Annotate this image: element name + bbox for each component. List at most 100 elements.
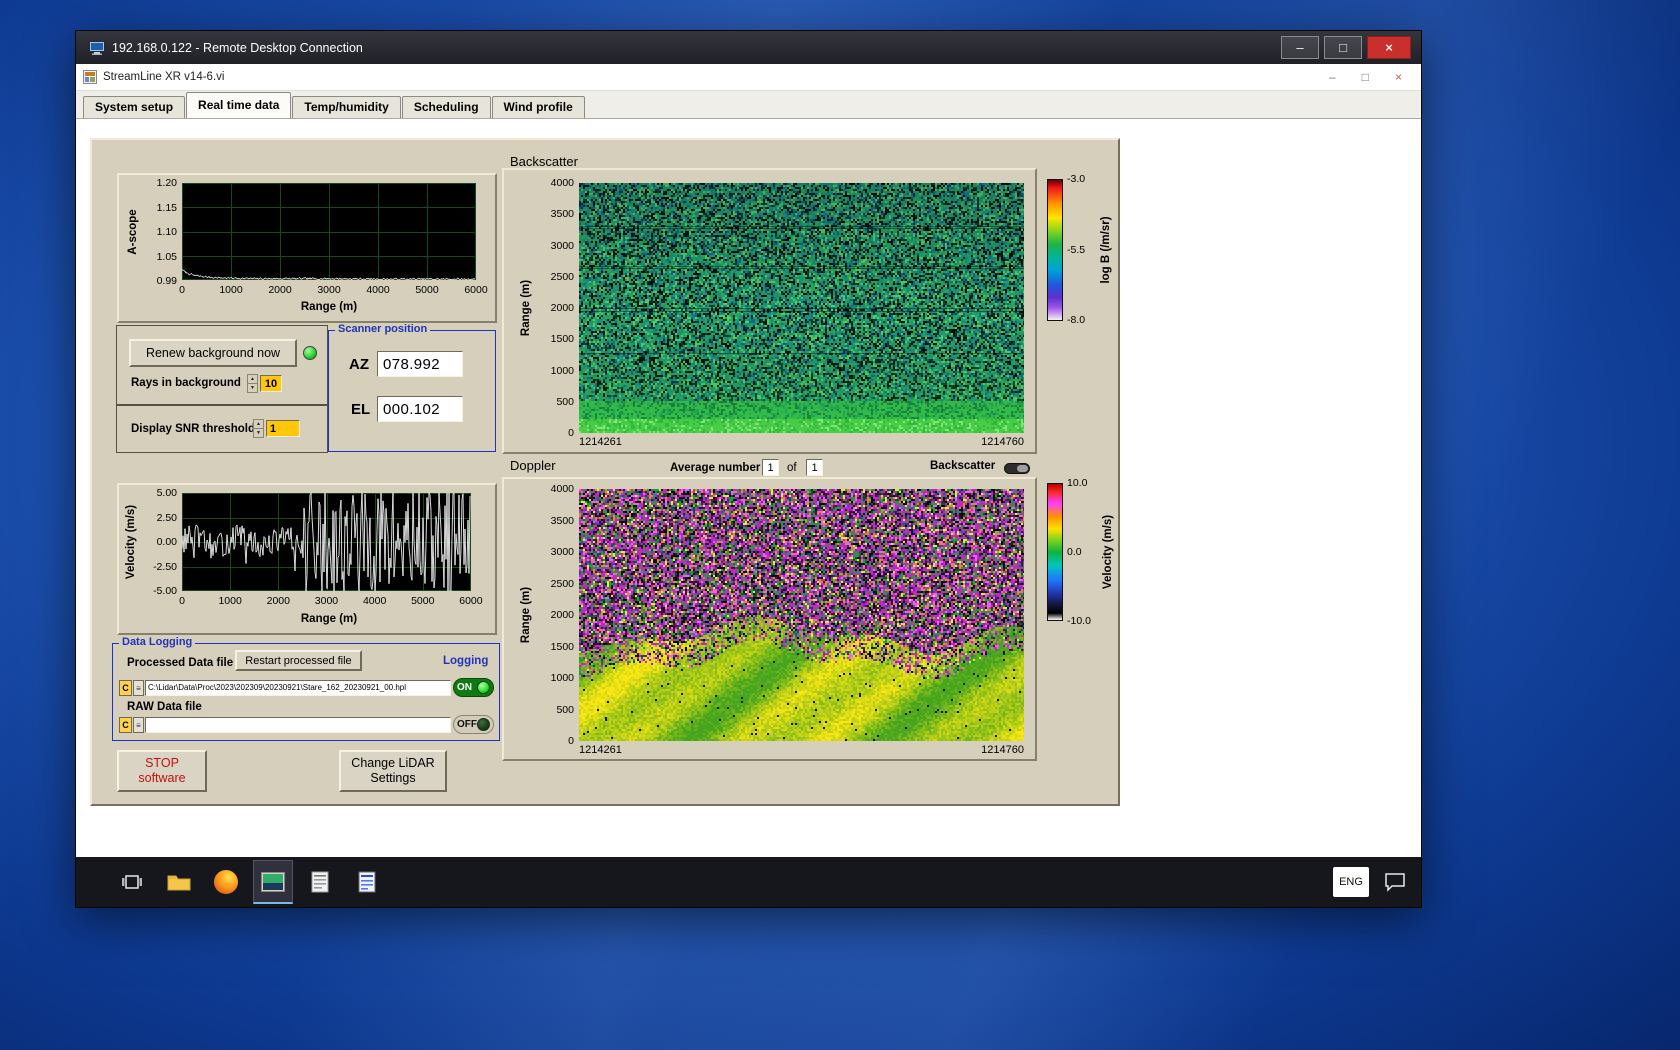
average-number-field[interactable]: 1: [762, 459, 779, 476]
x-tick-label: 5000: [411, 595, 435, 607]
tab-temp-humidity[interactable]: Temp/humidity: [292, 96, 401, 118]
x-tick-label: 2000: [266, 595, 290, 607]
x-tick-label: 0: [179, 595, 185, 607]
stop-button-line1: STOP: [145, 756, 179, 770]
notes-app-button[interactable]: [347, 860, 387, 904]
x-tick-label: 3000: [317, 284, 341, 296]
average-count-field[interactable]: 1: [806, 459, 823, 476]
raw-path-field[interactable]: [145, 717, 451, 733]
change-settings-line2: Settings: [370, 771, 416, 785]
notifications-button[interactable]: [1381, 860, 1409, 904]
rays-spinner[interactable]: ▲ ▼: [247, 374, 258, 393]
tab-system-setup[interactable]: System setup: [83, 96, 186, 118]
renew-background-button[interactable]: Renew background now: [129, 339, 297, 367]
rdp-window: 192.168.0.122 - Remote Desktop Connectio…: [75, 30, 1422, 908]
y-tick-label: 0: [568, 735, 574, 747]
remote-desktop-icon: [89, 40, 105, 55]
raw-browse-button[interactable]: ≡: [133, 717, 144, 733]
snr-value-field[interactable]: 1: [266, 420, 300, 437]
y-tick-label: 1.15: [156, 201, 177, 214]
tab-real-time-data[interactable]: Real time data: [186, 92, 292, 118]
x-tick-label: 1214760: [981, 436, 1024, 448]
scan-schedule-app-button[interactable]: [300, 860, 340, 904]
y-tick-label: 2000: [550, 302, 574, 314]
velocity-x-ticks: 0 1000 2000 3000 4000 5000 6000: [165, 595, 488, 607]
backscatter-colorbar-label: log B (/m/sr): [1100, 216, 1112, 284]
x-tick-label: 6000: [464, 284, 488, 296]
processed-logging-toggle[interactable]: ON: [453, 678, 494, 697]
x-tick-label: 1214760: [981, 744, 1024, 756]
off-label: OFF: [457, 719, 477, 730]
on-led: [477, 681, 490, 694]
raw-data-file-label: RAW Data file: [127, 701, 202, 713]
processed-browse-button[interactable]: ≡: [133, 680, 144, 696]
y-tick-label: 3500: [550, 514, 574, 527]
velocity-plot-canvas: [182, 493, 471, 591]
language-indicator[interactable]: ENG: [1333, 867, 1369, 897]
firefox-button[interactable]: [206, 860, 246, 904]
y-tick-label: -2.50: [153, 560, 177, 573]
x-tick-label: 4000: [366, 284, 390, 296]
rdp-titlebar[interactable]: 192.168.0.122 - Remote Desktop Connectio…: [76, 31, 1421, 64]
of-label: of: [787, 462, 797, 474]
tab-scheduling[interactable]: Scheduling: [401, 96, 491, 118]
change-lidar-settings-button[interactable]: Change LiDAR Settings: [339, 750, 447, 792]
labview-vi-icon: [83, 70, 97, 84]
backscatter-display-toggle[interactable]: [1004, 463, 1030, 474]
y-tick-label: 1500: [550, 640, 574, 653]
y-tick-label: 4000: [550, 483, 574, 495]
y-tick-label: 2.50: [156, 511, 177, 524]
app-minimize-button[interactable]: –: [1329, 70, 1336, 84]
y-tick-label: 5.00: [156, 487, 177, 499]
raw-logging-toggle[interactable]: OFF: [453, 715, 494, 734]
colorbar-tick-label: -10.0: [1067, 615, 1091, 627]
processed-path-field[interactable]: C:\Lidar\Data\Proc\2023\202309\20230921\…: [145, 680, 451, 696]
snr-threshold-group: Display SNR threshold ▲ ▼ 1: [116, 405, 328, 453]
app-window-title: StreamLine XR v14-6.vi: [103, 71, 225, 83]
on-label: ON: [457, 682, 472, 693]
chat-bubble-icon: [1385, 873, 1405, 892]
y-tick-label: 3000: [550, 546, 574, 558]
ascope-x-ticks: 0 1000 2000 3000 4000 5000 6000: [165, 284, 493, 296]
rays-value-field[interactable]: 10: [260, 375, 282, 392]
app-close-button[interactable]: ×: [1395, 70, 1402, 84]
app-maximize-button[interactable]: □: [1362, 70, 1369, 84]
active-app-button[interactable]: [253, 860, 293, 904]
processed-drive-button[interactable]: C: [119, 680, 132, 696]
stop-software-button[interactable]: STOP software: [117, 750, 207, 792]
y-tick-label: 3500: [550, 208, 574, 221]
raw-drive-button[interactable]: C: [119, 717, 132, 733]
data-logging-group-label: Data Logging: [119, 636, 196, 649]
backscatter-section-title: Backscatter: [510, 154, 578, 169]
ascope-y-axis-label: A-scope: [127, 209, 139, 255]
spinner-up-icon[interactable]: ▲: [248, 375, 257, 384]
rdp-maximize-button[interactable]: □: [1324, 36, 1362, 59]
snr-spinner[interactable]: ▲ ▼: [253, 419, 264, 438]
taskbar: ENG: [76, 857, 1421, 907]
x-tick-label: 1214261: [579, 744, 622, 756]
restart-processed-file-label: Restart processed file: [245, 654, 352, 667]
tab-wind-profile[interactable]: Wind profile: [491, 96, 585, 118]
y-tick-label: 1500: [550, 333, 574, 346]
velocity-graph-frame: Velocity (m/s) 5.00 2.50 0.00 -2.50 -5.0…: [117, 483, 497, 635]
doppler-colorbar-label: Velocity (m/s): [1102, 514, 1114, 590]
rdp-minimize-button[interactable]: –: [1281, 36, 1319, 59]
spinner-up-icon[interactable]: ▲: [254, 420, 263, 429]
x-tick-label: 4000: [362, 595, 387, 607]
restart-processed-file-button[interactable]: Restart processed file: [235, 650, 362, 671]
file-explorer-button[interactable]: [159, 860, 199, 904]
colorbar-tick-label: -8.0: [1067, 314, 1086, 326]
notes-document-icon: [358, 871, 376, 893]
ascope-plot-canvas: [182, 183, 476, 280]
spinner-down-icon[interactable]: ▼: [248, 384, 257, 392]
x-tick-label: 6000: [459, 595, 483, 607]
rdp-close-button[interactable]: ×: [1367, 36, 1411, 59]
y-tick-label: 1.05: [156, 250, 177, 263]
app-titlebar[interactable]: StreamLine XR v14-6.vi – □ ×: [76, 64, 1421, 91]
backscatter-y-ticks: 4000 3500 3000 2500 2000 1500 1000 500 0: [534, 177, 574, 439]
desktop-background: 192.168.0.122 - Remote Desktop Connectio…: [0, 0, 1680, 1050]
spinner-down-icon[interactable]: ▼: [254, 429, 263, 437]
az-label: AZ: [349, 356, 369, 373]
task-view-button[interactable]: [112, 860, 152, 904]
doppler-graph-frame: Range (m) 4000 3500 3000 2500 2000 1500 …: [502, 477, 1037, 761]
